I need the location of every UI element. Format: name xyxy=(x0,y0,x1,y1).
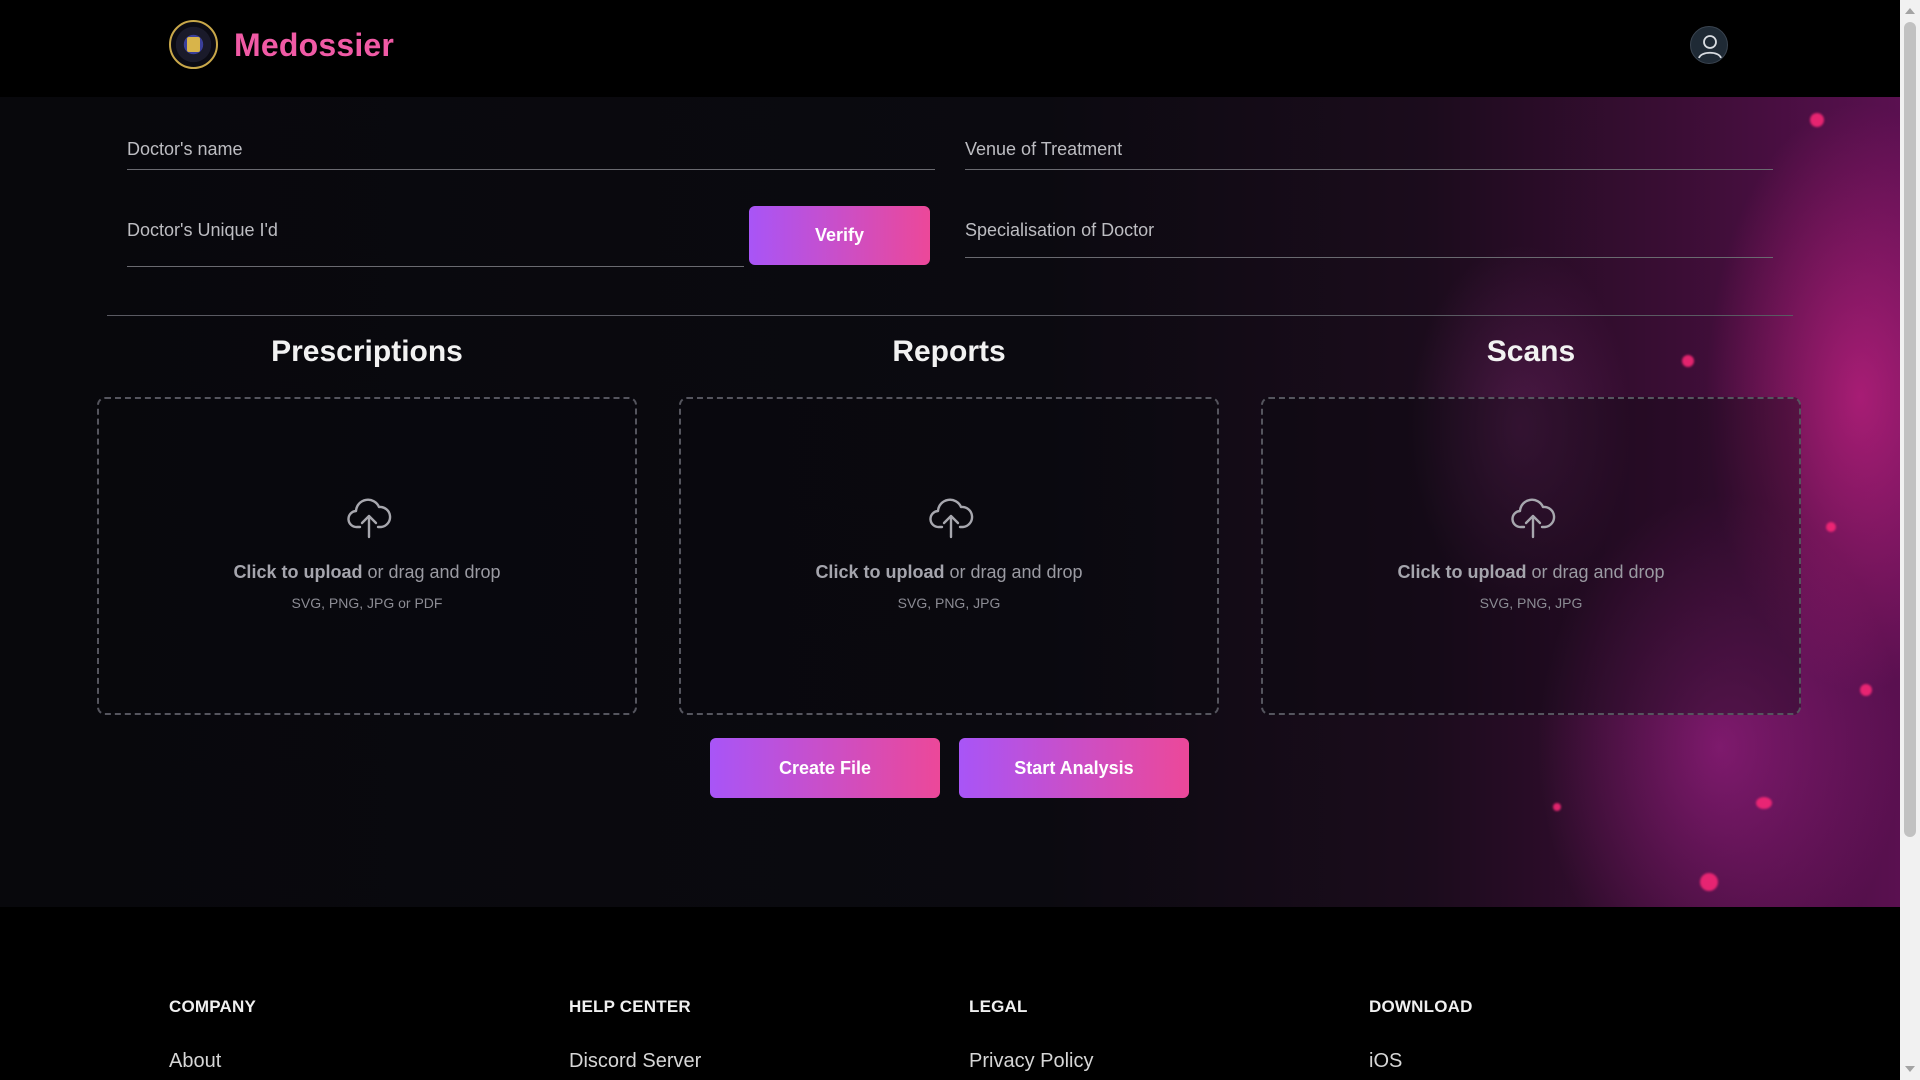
doctor-name-input[interactable] xyxy=(127,129,935,169)
drag-drop-text: or drag and drop xyxy=(362,562,501,582)
brand-name[interactable]: Medossier xyxy=(234,27,394,64)
footer-link-privacy-policy[interactable]: Privacy Policy xyxy=(969,1050,1093,1073)
footer-heading-company: COMPANY xyxy=(169,997,257,1016)
prescriptions-title: Prescriptions xyxy=(271,335,463,368)
reports-title: Reports xyxy=(892,335,1006,368)
top-navbar: Medossier xyxy=(0,0,1900,97)
accepted-formats: SVG, PNG, JPG xyxy=(897,595,1001,611)
background-spark xyxy=(1553,803,1561,811)
prescriptions-dropzone[interactable]: Click to upload or drag and drop SVG, PN… xyxy=(97,397,637,715)
reports-dropzone[interactable]: Click to upload or drag and drop SVG, PN… xyxy=(679,397,1219,715)
scroll-up-arrow-icon[interactable] xyxy=(1905,8,1915,14)
footer-link-ios[interactable]: iOS xyxy=(1369,1050,1402,1073)
upload-instruction: Click to upload or drag and drop xyxy=(681,562,1217,583)
user-avatar-icon[interactable] xyxy=(1690,26,1728,64)
cloud-upload-icon xyxy=(929,498,974,539)
footer-heading-legal: LEGAL xyxy=(969,997,1028,1016)
scans-dropzone[interactable]: Click to upload or drag and drop SVG, PN… xyxy=(1261,397,1801,715)
upload-instruction: Click to upload or drag and drop xyxy=(99,562,635,583)
create-file-button[interactable]: Create File xyxy=(710,738,940,798)
venue-field[interactable] xyxy=(965,129,1773,170)
scrollbar-thumb[interactable] xyxy=(1904,22,1916,837)
cloud-upload-icon xyxy=(1511,498,1556,539)
doctor-id-input[interactable] xyxy=(127,210,744,250)
scans-title: Scans xyxy=(1486,335,1576,368)
upload-instruction: Click to upload or drag and drop xyxy=(1263,562,1799,583)
footer-link-discord-server[interactable]: Discord Server xyxy=(569,1050,701,1073)
footer-link-about[interactable]: About xyxy=(169,1050,221,1073)
verify-button[interactable]: Verify xyxy=(749,206,930,265)
cloud-upload-icon xyxy=(347,498,392,539)
doctor-id-field[interactable] xyxy=(127,210,744,267)
accepted-formats: SVG, PNG, JPG xyxy=(1479,595,1583,611)
footer-heading-help-center: HELP CENTER xyxy=(569,997,691,1016)
background-spark xyxy=(1700,873,1718,891)
footer-heading-download: DOWNLOAD xyxy=(1369,997,1473,1016)
background-spark xyxy=(1810,113,1824,127)
section-divider xyxy=(107,315,1793,316)
doctor-name-field[interactable] xyxy=(127,129,935,170)
drag-drop-text: or drag and drop xyxy=(944,562,1083,582)
background-spark xyxy=(1860,684,1872,696)
drag-drop-text: or drag and drop xyxy=(1526,562,1665,582)
main-section: Verify Prescriptions Click to upload or … xyxy=(0,97,1900,907)
click-to-upload-link[interactable]: Click to upload xyxy=(1397,562,1526,582)
venue-input[interactable] xyxy=(965,129,1773,169)
background-spark xyxy=(1756,797,1772,809)
scroll-down-arrow-icon[interactable] xyxy=(1905,1066,1915,1072)
start-analysis-button[interactable]: Start Analysis xyxy=(959,738,1189,798)
footer: COMPANY About HELP CENTER Discord Server… xyxy=(0,907,1900,1080)
specialisation-field[interactable] xyxy=(965,210,1773,258)
click-to-upload-link[interactable]: Click to upload xyxy=(233,562,362,582)
click-to-upload-link[interactable]: Click to upload xyxy=(815,562,944,582)
accepted-formats: SVG, PNG, JPG or PDF xyxy=(291,595,443,611)
page-scrollbar[interactable] xyxy=(1900,0,1920,1080)
medical-seal-logo-icon[interactable] xyxy=(169,20,218,69)
background-spark xyxy=(1826,522,1836,532)
specialisation-input[interactable] xyxy=(965,210,1773,250)
